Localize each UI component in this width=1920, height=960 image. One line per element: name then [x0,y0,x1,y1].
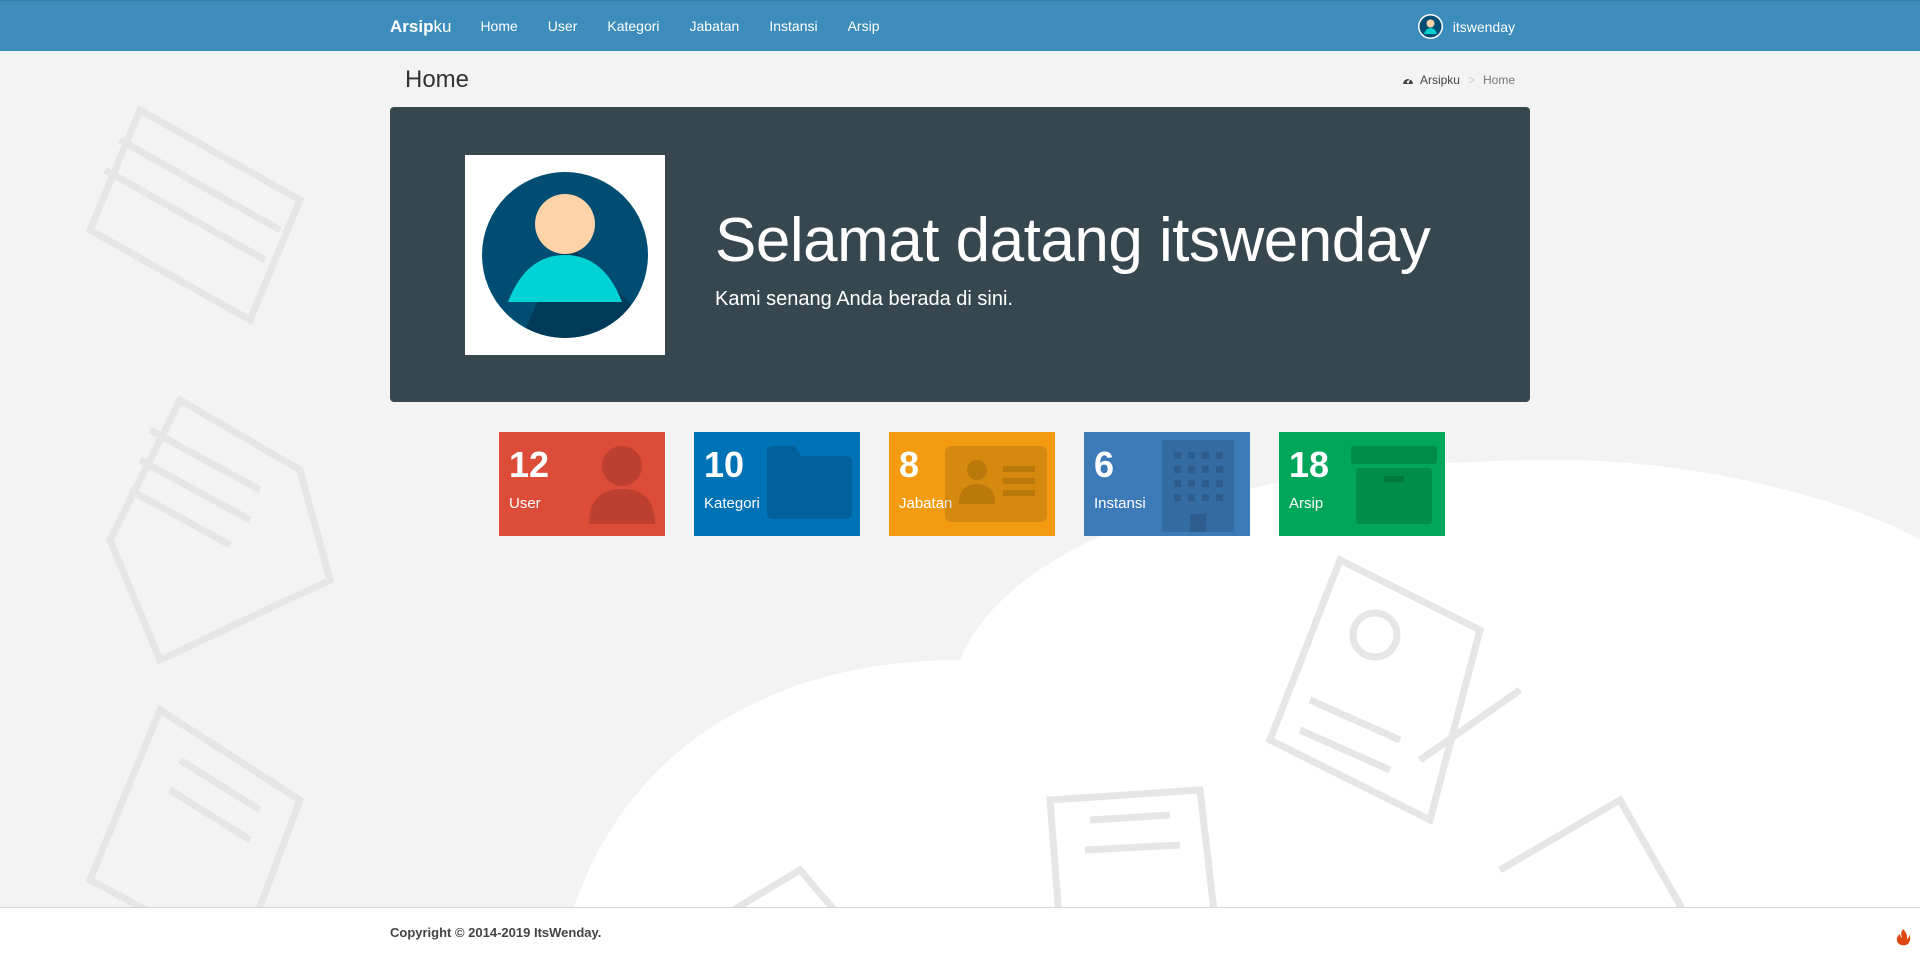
brand-bold: Arsip [390,16,434,36]
id-card-icon [945,446,1047,522]
username: itswenday [1452,18,1515,35]
stat-box-user[interactable]: 12 User [499,432,665,536]
stat-label: Arsip [1289,495,1324,512]
top-navbar: Arsipku Home User Kategori Jabatan Insta… [0,0,1920,51]
stat-value: 6 [1094,444,1115,485]
stat-box-jabatan[interactable]: 8 Jabatan [889,432,1055,536]
welcome-avatar [465,155,665,355]
breadcrumb-separator: > [1467,73,1475,87]
welcome-title: Selamat datang itswenday [715,206,1431,275]
nav-kategori[interactable]: Kategori [592,1,674,52]
stat-label: User [509,495,541,512]
dashboard-icon [1402,78,1413,84]
page-title: Home [405,66,470,93]
stat-box-arsip[interactable]: 18 Arsip [1279,432,1445,536]
welcome-subtitle: Kami senang Anda berada di sini. [715,288,1013,310]
stats-row: 12 User 10 Kategori 8 Jabatan 6 Instansi… [499,432,1474,536]
archive-icon [1351,446,1437,524]
navbar-container: Arsipku Home User Kategori Jabatan Insta… [390,1,1530,52]
nav-arsip[interactable]: Arsip [833,1,895,52]
stat-value: 12 [509,444,550,485]
folder-icon [767,446,852,519]
stat-value: 8 [899,444,920,485]
breadcrumb: Arsipku > Home [1402,73,1515,87]
welcome-text: Selamat datang itswenday Kami senang And… [715,205,1431,311]
nav-instansi[interactable]: Instansi [754,1,832,52]
welcome-jumbotron: Selamat datang itswenday Kami senang And… [390,107,1530,402]
footer-copyright: Copyright © 2014-2019 ItsWenday. [390,925,602,940]
building-icon [1162,440,1234,532]
footer: Copyright © 2014-2019 ItsWenday. [0,907,1920,960]
main-content: Home Arsipku > Home Selamat datang itswe… [390,51,1530,536]
brand-light: ku [433,16,452,36]
user-menu[interactable]: itswenday [1417,1,1515,52]
avatar [1417,14,1443,39]
user-avatar-icon [1419,15,1442,38]
user-avatar-large-icon [482,172,648,338]
stat-label: Kategori [704,495,760,512]
stat-value: 18 [1289,444,1330,485]
nav-jabatan[interactable]: Jabatan [675,1,755,52]
stat-box-kategori[interactable]: 10 Kategori [694,432,860,536]
breadcrumb-current: Home [1482,73,1515,87]
content-header: Home Arsipku > Home [390,51,1530,107]
codeigniter-flame-icon [1896,929,1911,946]
nav-home[interactable]: Home [465,1,532,52]
user-icon [589,446,655,524]
breadcrumb-root[interactable]: Arsipku [1420,73,1460,87]
stat-label: Instansi [1094,495,1146,512]
stat-value: 10 [704,444,745,485]
stat-box-instansi[interactable]: 6 Instansi [1084,432,1250,536]
brand-logo[interactable]: Arsipku [390,17,451,37]
nav-user[interactable]: User [533,1,593,52]
